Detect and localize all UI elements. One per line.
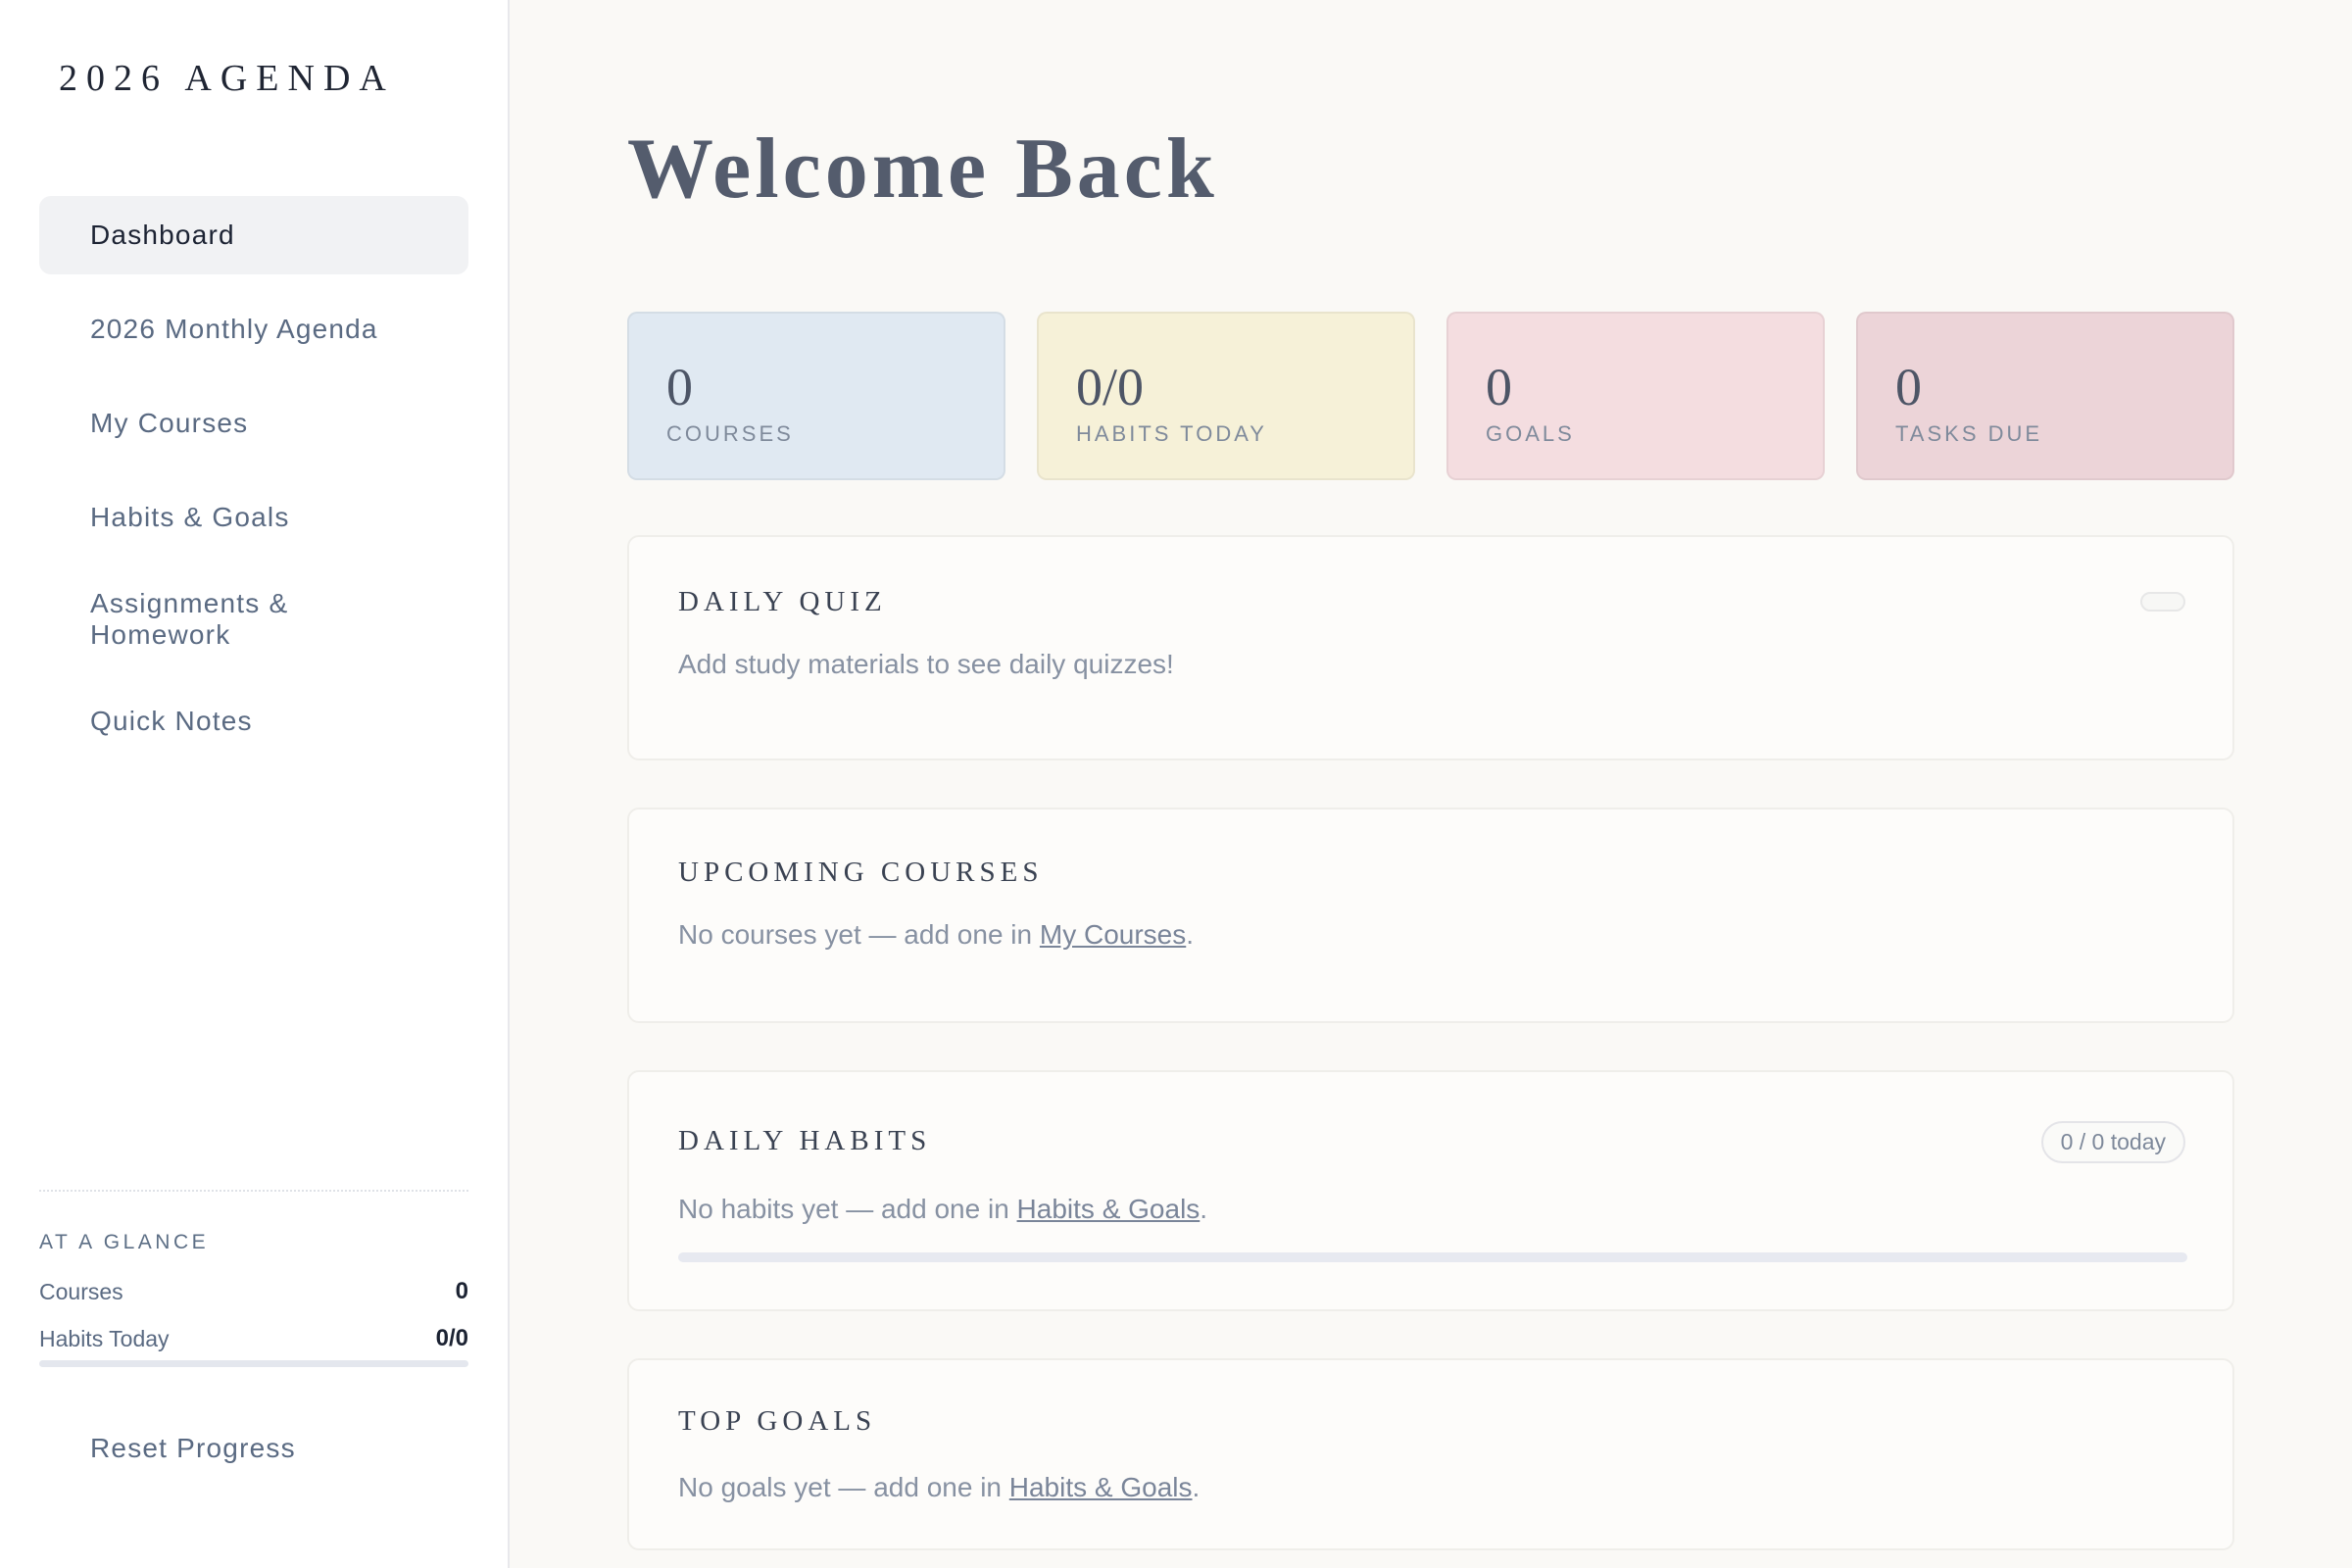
upcoming-courses-text-end: .	[1186, 919, 1195, 950]
sidebar-item-my-courses[interactable]: My Courses	[39, 384, 468, 463]
daily-quiz-card: DAILY QUIZ Add study materials to see da…	[627, 535, 2234, 760]
stats-row: 0 COURSES 0/0 HABITS TODAY 0 GOALS 0 TAS…	[627, 312, 2234, 480]
daily-quiz-title: DAILY QUIZ	[678, 586, 887, 617]
upcoming-courses-card: UPCOMING COURSES No courses yet — add on…	[627, 808, 2234, 1023]
upcoming-courses-empty-text: No courses yet — add one in My Courses.	[678, 919, 1194, 951]
stat-label: TASKS DUE	[1895, 421, 2043, 446]
stat-card-courses: 0 COURSES	[627, 312, 1005, 480]
daily-habits-progress-bar	[678, 1252, 2187, 1262]
glance-courses-row: Courses 0	[39, 1278, 468, 1305]
stat-card-goals: 0 GOALS	[1446, 312, 1825, 480]
daily-habits-text-end: .	[1200, 1194, 1208, 1224]
stat-label: GOALS	[1486, 421, 1575, 446]
glance-title: AT A GLANCE	[39, 1231, 210, 1253]
stat-card-habits-today: 0/0 HABITS TODAY	[1037, 312, 1415, 480]
sidebar-item-assignments-homework[interactable]: Assignments & Homework	[39, 572, 468, 666]
sidebar-item-habits-goals[interactable]: Habits & Goals	[39, 478, 468, 557]
glance-courses-value: 0	[455, 1278, 468, 1304]
app-brand: 2026 AGENDA	[59, 58, 395, 99]
stat-value: 0/0	[1076, 358, 1145, 416]
top-goals-title: TOP GOALS	[678, 1405, 877, 1437]
glance-habits-row: Habits Today 0/0	[39, 1325, 468, 1352]
sidebar: 2026 AGENDA Dashboard 2026 Monthly Agend…	[0, 0, 510, 1568]
upcoming-courses-title: UPCOMING COURSES	[678, 857, 1044, 888]
glance-habits-value: 0/0	[435, 1325, 468, 1351]
daily-habits-text: No habits yet — add one in	[678, 1194, 1017, 1224]
sidebar-nav: Dashboard 2026 Monthly Agenda My Courses…	[39, 196, 468, 776]
reset-progress-button[interactable]: Reset Progress	[90, 1433, 296, 1464]
top-goals-card: TOP GOALS No goals yet — add one in Habi…	[627, 1358, 2234, 1550]
daily-habits-empty-text: No habits yet — add one in Habits & Goal…	[678, 1194, 1207, 1225]
daily-habits-count-badge: 0 / 0 today	[2040, 1121, 2185, 1163]
daily-habits-card: DAILY HABITS 0 / 0 today No habits yet —…	[627, 1070, 2234, 1311]
sidebar-item-dashboard[interactable]: Dashboard	[39, 196, 468, 274]
daily-habits-title: DAILY HABITS	[678, 1125, 932, 1156]
stat-card-tasks-due: 0 TASKS DUE	[1856, 312, 2234, 480]
top-goals-text-end: .	[1192, 1472, 1200, 1502]
glance-courses-label: Courses	[39, 1278, 123, 1304]
top-goals-empty-text: No goals yet — add one in Habits & Goals…	[678, 1472, 1200, 1503]
my-courses-link[interactable]: My Courses	[1040, 919, 1186, 950]
daily-quiz-toggle[interactable]	[2140, 592, 2185, 612]
upcoming-courses-text: No courses yet — add one in	[678, 919, 1040, 950]
sidebar-item-monthly-agenda[interactable]: 2026 Monthly Agenda	[39, 290, 468, 368]
stat-value: 0	[666, 358, 693, 416]
glance-habits-progress-bar	[39, 1360, 468, 1367]
stat-value: 0	[1895, 358, 1922, 416]
glance-divider	[39, 1190, 468, 1192]
stat-label: HABITS TODAY	[1076, 421, 1267, 446]
page-title: Welcome Back	[627, 122, 1218, 217]
daily-quiz-empty-text: Add study materials to see daily quizzes…	[678, 649, 1174, 679]
stat-value: 0	[1486, 358, 1512, 416]
top-goals-text: No goals yet — add one in	[678, 1472, 1009, 1502]
habits-goals-link[interactable]: Habits & Goals	[1017, 1194, 1200, 1224]
glance-habits-label: Habits Today	[39, 1325, 170, 1351]
stat-label: COURSES	[666, 421, 794, 446]
habits-goals-link[interactable]: Habits & Goals	[1009, 1472, 1193, 1502]
sidebar-item-quick-notes[interactable]: Quick Notes	[39, 682, 468, 760]
